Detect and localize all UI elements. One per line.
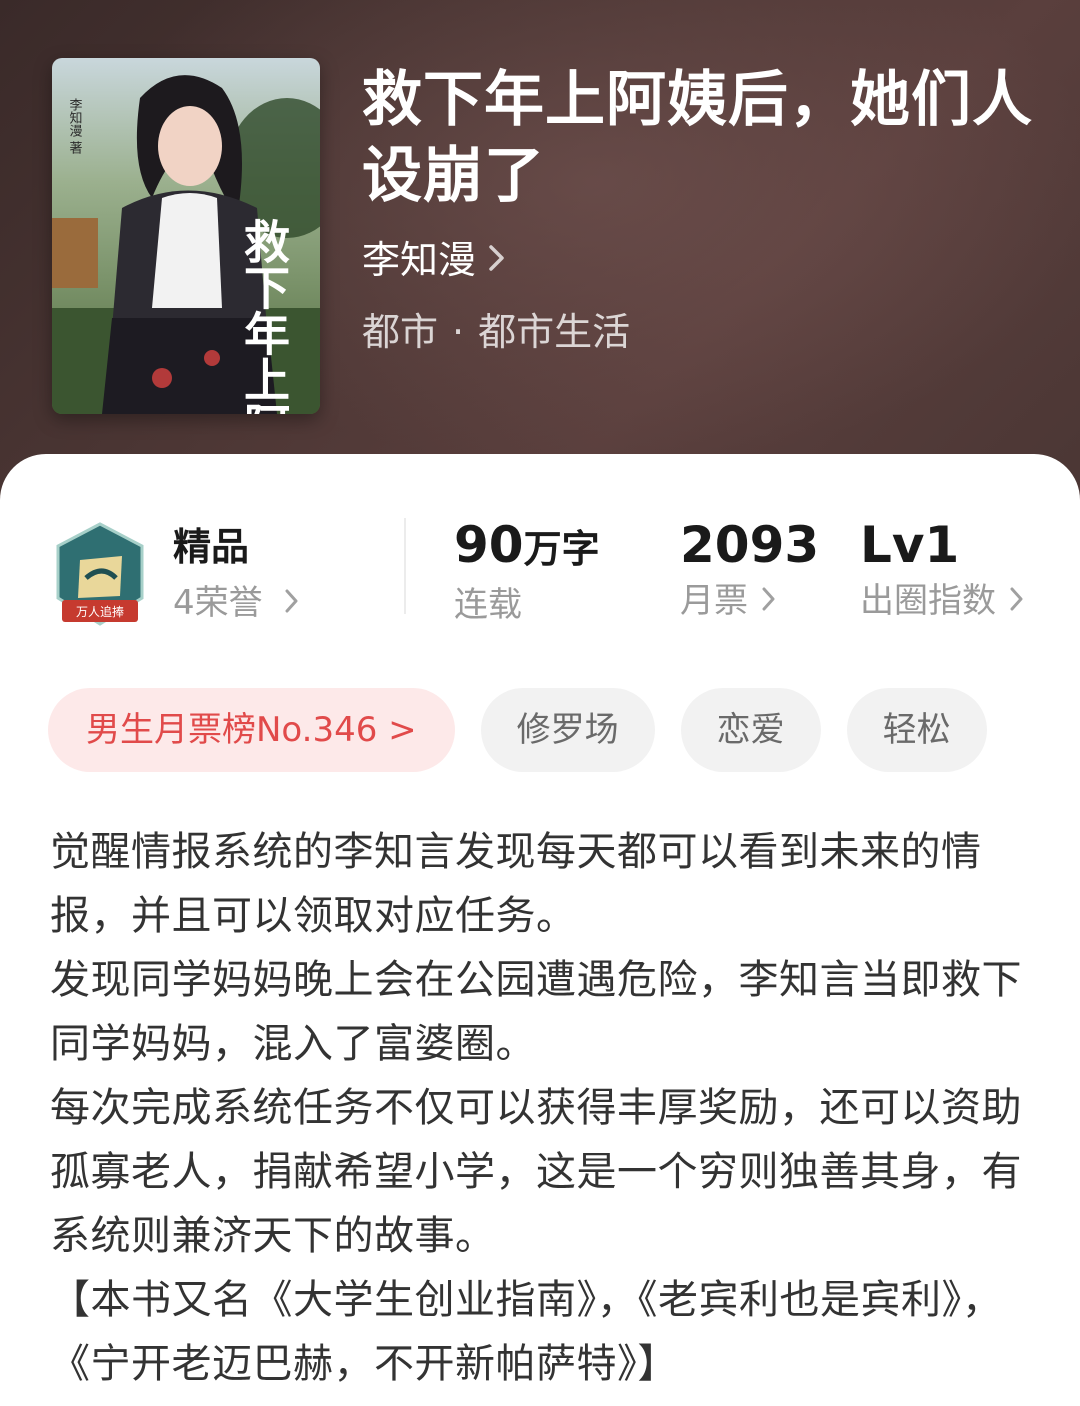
cover-title-text: 救下年上阿姨后，她们人设崩了: [237, 218, 291, 414]
serial-status: 连载: [454, 585, 522, 625]
cover-author-text: 李知漫 著: [67, 98, 83, 156]
genre-line: 都市 · 都市生活: [362, 306, 630, 358]
circle-index-value: Lv1: [860, 516, 960, 574]
monthly-votes-value: 2093: [680, 516, 820, 574]
chevron-right-icon: [762, 578, 776, 624]
word-count-stat: 90万字 连载: [454, 514, 600, 628]
circle-index-label: 出圈指数: [860, 581, 996, 621]
cover-illustration: 救下年上阿姨后，她们人设崩了 李知漫 著: [52, 58, 320, 414]
tag-row: 男生月票榜No.346 > 修罗场 恋爱 轻松: [48, 688, 987, 772]
shield-badge-icon[interactable]: 万人追捧: [50, 520, 150, 632]
book-detail-page: 救下年上阿姨后，她们人设崩了 李知漫 著 救下年上阿姨后，她们人设崩了 李知漫 …: [0, 0, 1080, 1406]
chevron-right-icon: [285, 580, 299, 626]
tag-lianai[interactable]: 恋爱: [680, 688, 821, 772]
tag-xiuluochang[interactable]: 修罗场: [480, 688, 655, 772]
rank-tag[interactable]: 男生月票榜No.346 >: [48, 688, 455, 772]
honors-link[interactable]: 4荣誉: [173, 580, 299, 626]
tag-qingsong[interactable]: 轻松: [846, 688, 987, 772]
quality-label: 精品: [173, 525, 250, 569]
description-paragraph: 发现同学妈妈晚上会在公园遭遇危险，李知言当即救下同学妈妈，混入了富婆圈。: [50, 957, 1022, 1067]
book-info-card: 万人追捧 精品 4荣誉 90万字 连载 2093 月票 Lv1 出圈指数 男生月…: [0, 454, 1080, 1406]
word-count-unit: 万字: [523, 527, 600, 571]
stats-row: 万人追捧 精品 4荣誉 90万字 连载 2093 月票 Lv1 出圈指数: [0, 514, 1080, 644]
chevron-right-icon: [1010, 578, 1024, 624]
genre-category[interactable]: 都市: [362, 310, 438, 354]
stats-divider: [404, 518, 406, 614]
book-title: 救下年上阿姨后，她们人设崩了: [362, 65, 1033, 211]
honors-count: 4荣誉: [173, 583, 263, 623]
chevron-right-icon: [488, 234, 506, 286]
circle-index-stat[interactable]: Lv1 出圈指数: [860, 514, 1024, 624]
monthly-votes-stat[interactable]: 2093 月票: [680, 514, 819, 624]
author-link[interactable]: 李知漫: [362, 234, 506, 286]
book-cover[interactable]: 救下年上阿姨后，她们人设崩了 李知漫 著: [52, 58, 320, 414]
description-paragraph: 【本书又名《大学生创业指南》，《老宾利也是宾利》，《宁开老迈巴赫，不开新帕萨特》…: [50, 1277, 1003, 1387]
book-description[interactable]: 觉醒情报系统的李知言发现每天都可以看到未来的情报，并且可以领取对应任务。 发现同…: [50, 820, 1040, 1396]
monthly-votes-label: 月票: [680, 581, 748, 621]
description-paragraph: 觉醒情报系统的李知言发现每天都可以看到未来的情报，并且可以领取对应任务。: [50, 829, 982, 939]
genre-separator: ·: [452, 310, 465, 354]
badge-label: 万人追捧: [76, 604, 124, 619]
book-header: 救下年上阿姨后，她们人设崩了 李知漫 著 救下年上阿姨后，她们人设崩了 李知漫 …: [0, 0, 1080, 520]
word-count-value: 90: [454, 516, 524, 574]
genre-subcategory[interactable]: 都市生活: [478, 310, 630, 354]
description-paragraph: 每次完成系统任务不仅可以获得丰厚奖励，还可以资助孤寡老人，捐献希望小学，这是一个…: [50, 1085, 1022, 1259]
author-name: 李知漫: [362, 238, 477, 282]
